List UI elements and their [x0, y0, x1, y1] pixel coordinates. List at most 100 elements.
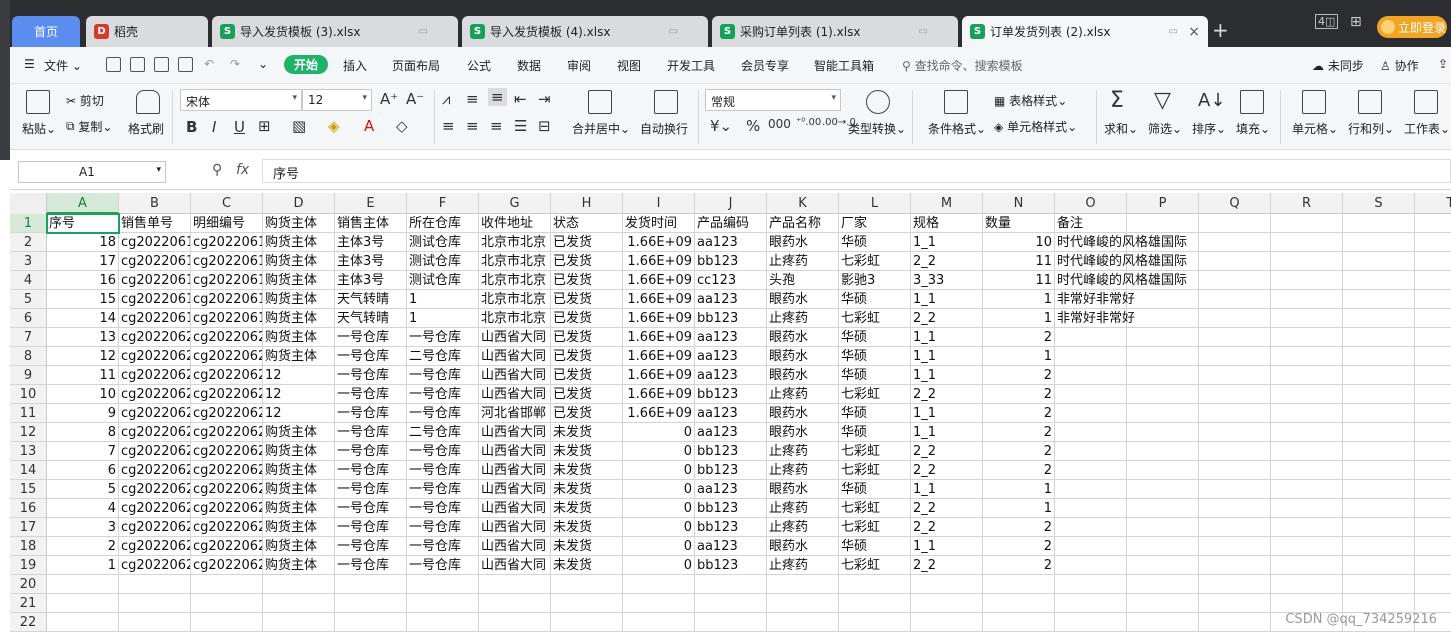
- cell[interactable]: [1055, 556, 1127, 575]
- menu-layout[interactable]: 页面布局: [392, 57, 440, 74]
- cell[interactable]: [1055, 385, 1127, 404]
- cell[interactable]: [1127, 366, 1199, 385]
- cell[interactable]: 华硕: [839, 404, 911, 423]
- sum-button[interactable]: 求和 ⌄: [1104, 120, 1138, 137]
- paste-button[interactable]: 粘贴 ⌄: [22, 120, 56, 137]
- column-header[interactable]: N: [983, 193, 1055, 214]
- cell[interactable]: [911, 594, 983, 613]
- cell[interactable]: [551, 575, 623, 594]
- cell[interactable]: 10: [47, 385, 119, 404]
- cell[interactable]: [1271, 537, 1343, 556]
- formula-input[interactable]: 序号: [262, 159, 1451, 183]
- cell[interactable]: 序号: [46, 213, 120, 234]
- tab-home[interactable]: 首页: [12, 16, 80, 47]
- column-header[interactable]: B: [119, 193, 191, 214]
- cell[interactable]: 数量: [983, 214, 1055, 233]
- save-icon[interactable]: [106, 57, 121, 72]
- cell[interactable]: [1199, 556, 1271, 575]
- cell[interactable]: [623, 575, 695, 594]
- cell[interactable]: 购货主体: [263, 233, 335, 252]
- cell[interactable]: [1055, 594, 1127, 613]
- cell[interactable]: 非常好非常好: [1055, 309, 1135, 328]
- row-header[interactable]: 9: [10, 366, 47, 385]
- column-header[interactable]: K: [767, 193, 839, 214]
- cell[interactable]: [1271, 252, 1343, 271]
- underline-icon[interactable]: U: [234, 118, 245, 136]
- cell[interactable]: 1.66E+09: [623, 271, 695, 290]
- row-header[interactable]: 6: [10, 309, 47, 328]
- cell[interactable]: 北京市北京: [479, 271, 551, 290]
- cell[interactable]: [1343, 214, 1415, 233]
- cell[interactable]: 主体3号: [335, 271, 407, 290]
- cell[interactable]: 0: [623, 556, 695, 575]
- cell[interactable]: cg2022061: [119, 233, 191, 252]
- cell[interactable]: cg2022061: [191, 271, 263, 290]
- cell[interactable]: aa123: [695, 423, 767, 442]
- cell[interactable]: [47, 613, 119, 632]
- bold-icon[interactable]: B: [186, 118, 197, 136]
- cell[interactable]: [1127, 290, 1199, 309]
- cell[interactable]: [191, 613, 263, 632]
- cell[interactable]: [983, 613, 1055, 632]
- indent-increase-icon[interactable]: ⇥: [538, 90, 551, 108]
- cell[interactable]: [1127, 480, 1199, 499]
- cell[interactable]: cg2022062: [191, 328, 263, 347]
- cell[interactable]: 5: [47, 480, 119, 499]
- cell[interactable]: [1343, 252, 1415, 271]
- cell[interactable]: [1271, 404, 1343, 423]
- cell-style-button[interactable]: ◈ 单元格样式 ⌄: [994, 118, 1077, 135]
- cell[interactable]: [551, 613, 623, 632]
- cell[interactable]: 1.66E+09: [623, 309, 695, 328]
- cell[interactable]: [695, 613, 767, 632]
- cell[interactable]: 2_2: [911, 556, 983, 575]
- cell[interactable]: 已发货: [551, 404, 623, 423]
- cell[interactable]: 止疼药: [767, 461, 839, 480]
- italic-icon[interactable]: I: [212, 118, 216, 136]
- cell[interactable]: 2_2: [911, 499, 983, 518]
- login-button[interactable]: 立即登录: [1377, 16, 1447, 38]
- cell[interactable]: 2: [983, 461, 1055, 480]
- row-header[interactable]: 22: [10, 613, 47, 632]
- cell[interactable]: 主体3号: [335, 233, 407, 252]
- cell[interactable]: [1271, 442, 1343, 461]
- cell[interactable]: 2_2: [911, 309, 983, 328]
- cell[interactable]: [1199, 442, 1271, 461]
- cell[interactable]: 已发货: [551, 309, 623, 328]
- cell[interactable]: cg2022062: [191, 347, 263, 366]
- cell[interactable]: [1415, 537, 1451, 556]
- cell[interactable]: 4: [47, 499, 119, 518]
- cell[interactable]: 一号仓库: [335, 461, 407, 480]
- cell[interactable]: [1199, 309, 1271, 328]
- cell[interactable]: 购货主体: [263, 518, 335, 537]
- row-header[interactable]: 5: [10, 290, 47, 309]
- font-size-select[interactable]: 12 ▾: [302, 89, 372, 111]
- cell[interactable]: [1343, 461, 1415, 480]
- cell[interactable]: 1.66E+09: [623, 347, 695, 366]
- cell[interactable]: [263, 575, 335, 594]
- cell[interactable]: [1271, 290, 1343, 309]
- cell[interactable]: cg2022061: [191, 309, 263, 328]
- cell[interactable]: [1199, 252, 1271, 271]
- menu-start[interactable]: 开始: [284, 55, 329, 74]
- cell[interactable]: [1343, 594, 1415, 613]
- tab-count-icon[interactable]: 4◫: [1315, 14, 1339, 29]
- filter-icon[interactable]: ▽: [1154, 88, 1171, 113]
- cell[interactable]: 购货主体: [263, 556, 335, 575]
- cell[interactable]: 13: [47, 328, 119, 347]
- cell[interactable]: [983, 575, 1055, 594]
- row-header[interactable]: 15: [10, 480, 47, 499]
- cell[interactable]: 18: [47, 233, 119, 252]
- cell[interactable]: [695, 594, 767, 613]
- cell[interactable]: cg2022061: [191, 252, 263, 271]
- cell[interactable]: 2: [983, 518, 1055, 537]
- distribute-icon[interactable]: ⊟: [538, 117, 551, 135]
- cell[interactable]: 2_2: [911, 518, 983, 537]
- cut-button[interactable]: ✂ 剪切: [66, 92, 104, 109]
- cell[interactable]: 已发货: [551, 233, 623, 252]
- wrap-icon[interactable]: [654, 90, 678, 114]
- cell[interactable]: cg2022062: [119, 366, 191, 385]
- cell[interactable]: bb123: [695, 461, 767, 480]
- row-header[interactable]: 3: [10, 252, 47, 271]
- cell[interactable]: 山西省大同: [479, 442, 551, 461]
- row-header[interactable]: 12: [10, 423, 47, 442]
